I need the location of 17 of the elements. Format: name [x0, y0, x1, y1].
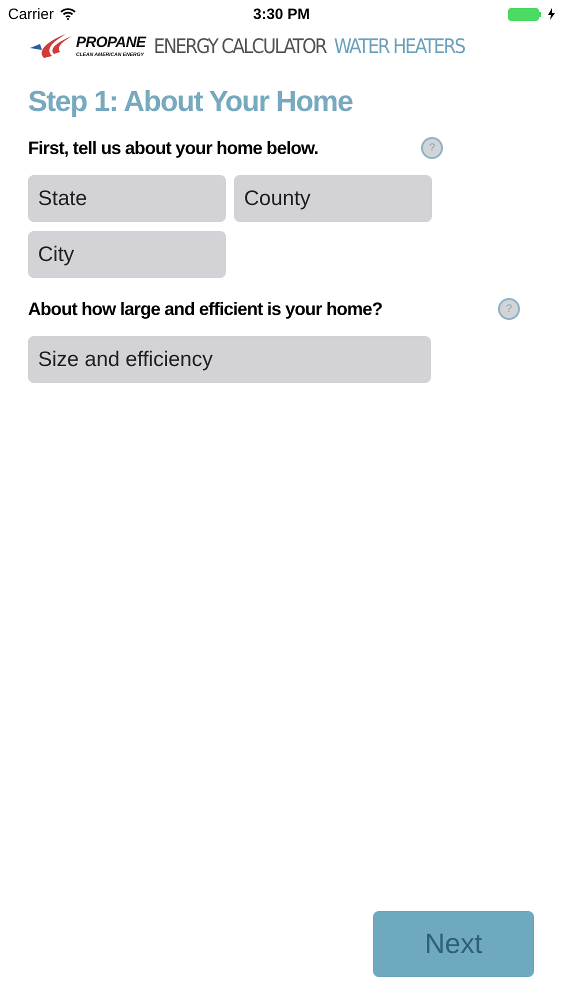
header-subtitle: WATER HEATERS: [334, 34, 464, 58]
help-button[interactable]: ?: [498, 298, 520, 320]
battery-icon: [508, 8, 542, 20]
step-title: Step 1: About Your Home: [28, 86, 354, 119]
flag-swoosh-icon: [30, 32, 74, 60]
carrier-label: Carrier: [8, 6, 54, 22]
header-title: ENERGY CALCULATOR: [154, 34, 326, 58]
status-time: 3:30 PM: [253, 6, 310, 22]
input-field[interactable]: Size and efficiency: [28, 336, 431, 383]
input-field[interactable]: City: [28, 231, 226, 278]
question-text: First, tell us about your home below.: [28, 138, 318, 158]
wifi-icon: [60, 8, 76, 20]
input-field[interactable]: County: [234, 175, 432, 222]
help-button[interactable]: ?: [421, 137, 443, 159]
input-field[interactable]: State: [28, 175, 226, 222]
question-text: About how large and efficient is your home?: [28, 298, 382, 320]
logo-name: PROPANE: [76, 34, 146, 52]
